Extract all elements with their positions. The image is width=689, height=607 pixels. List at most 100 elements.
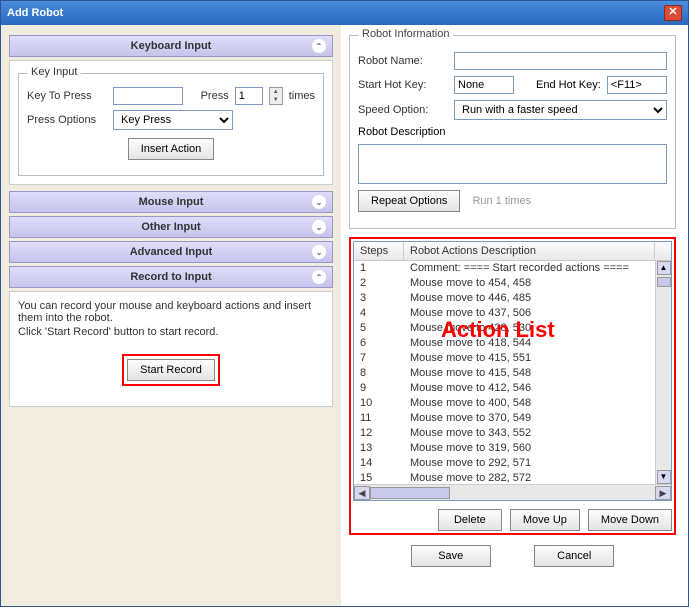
cell-description: Mouse move to 319, 560 [404, 441, 655, 456]
repeat-status-text: Run 1 times [472, 195, 531, 207]
delete-button[interactable]: Delete [438, 509, 502, 531]
cell-description: Mouse move to 343, 552 [404, 426, 655, 441]
table-row[interactable]: 2Mouse move to 454, 458 [354, 276, 655, 291]
horizontal-scrollbar[interactable]: ◀ ▶ [354, 484, 671, 500]
cell-step: 1 [354, 261, 404, 276]
robot-info-fieldset: Robot Information Robot Name: Start Hot … [349, 35, 676, 229]
cell-step: 12 [354, 426, 404, 441]
scroll-left-icon[interactable]: ◀ [354, 486, 370, 500]
press-options-select[interactable]: Key Press [113, 110, 233, 130]
table-row[interactable]: 10Mouse move to 400, 548 [354, 396, 655, 411]
col-header-steps[interactable]: Steps [354, 242, 404, 260]
cell-description: Mouse move to 415, 551 [404, 351, 655, 366]
table-row[interactable]: 6Mouse move to 418, 544 [354, 336, 655, 351]
accordion-keyboard-input[interactable]: Keyboard Input ⌃ [9, 35, 333, 57]
move-down-button[interactable]: Move Down [588, 509, 672, 531]
save-button[interactable]: Save [411, 545, 491, 567]
speed-option-label: Speed Option: [358, 104, 448, 116]
key-input-legend: Key Input [27, 66, 81, 78]
table-row[interactable]: 12Mouse move to 343, 552 [354, 426, 655, 441]
speed-option-select[interactable]: Run with a faster speed [454, 100, 667, 120]
chevron-up-icon: ⌃ [312, 39, 326, 53]
cell-description: Mouse move to 446, 485 [404, 291, 655, 306]
scroll-down-icon[interactable]: ▼ [657, 470, 671, 484]
cell-description: Mouse move to 400, 548 [404, 396, 655, 411]
repeat-options-button[interactable]: Repeat Options [358, 190, 460, 212]
chevron-down-icon: ⌄ [312, 220, 326, 234]
cell-description: Comment: ==== Start recorded actions ===… [404, 261, 655, 276]
cell-description: Mouse move to 292, 571 [404, 456, 655, 471]
cell-description: Mouse move to 418, 544 [404, 336, 655, 351]
robot-info-legend: Robot Information [358, 28, 453, 40]
col-header-description[interactable]: Robot Actions Description [404, 242, 655, 260]
cell-step: 9 [354, 381, 404, 396]
table-row[interactable]: 5Mouse move to 428, 530 [354, 321, 655, 336]
cell-description: Mouse move to 428, 530 [404, 321, 655, 336]
cell-step: 5 [354, 321, 404, 336]
window-title: Add Robot [7, 7, 63, 19]
scroll-thumb[interactable] [657, 277, 671, 287]
robot-description-textarea[interactable] [358, 144, 667, 184]
cell-description: Mouse move to 415, 548 [404, 366, 655, 381]
table-row[interactable]: 9Mouse move to 412, 546 [354, 381, 655, 396]
cell-description: Mouse move to 412, 546 [404, 381, 655, 396]
cell-step: 2 [354, 276, 404, 291]
vertical-scrollbar[interactable]: ▲ ▼ [655, 261, 671, 484]
cell-description: Mouse move to 437, 506 [404, 306, 655, 321]
cell-step: 3 [354, 291, 404, 306]
cell-step: 11 [354, 411, 404, 426]
chevron-down-icon: ⌄ [312, 195, 326, 209]
close-icon[interactable]: ✕ [664, 5, 682, 21]
table-row[interactable]: 8Mouse move to 415, 548 [354, 366, 655, 381]
table-row[interactable]: 4Mouse move to 437, 506 [354, 306, 655, 321]
cell-description: Mouse move to 370, 549 [404, 411, 655, 426]
start-record-button[interactable]: Start Record [127, 359, 215, 381]
right-panel: Robot Information Robot Name: Start Hot … [341, 25, 688, 606]
scroll-right-icon[interactable]: ▶ [655, 486, 671, 500]
start-record-highlight: Start Record [122, 354, 220, 386]
cell-description: Mouse move to 454, 458 [404, 276, 655, 291]
start-hotkey-label: Start Hot Key: [358, 79, 448, 91]
accordion-other-input[interactable]: Other Input ⌄ [9, 216, 333, 238]
cell-step: 4 [354, 306, 404, 321]
titlebar[interactable]: Add Robot ✕ [1, 1, 688, 25]
robot-description-label: Robot Description [358, 126, 445, 138]
keyboard-panel-body: Key Input Key To Press Press ▲▼ times Pr… [9, 60, 333, 185]
insert-action-button[interactable]: Insert Action [128, 138, 215, 160]
cancel-button[interactable]: Cancel [534, 545, 614, 567]
table-row[interactable]: 15Mouse move to 282, 572 [354, 471, 655, 484]
press-label: Press [201, 90, 229, 102]
list-rows[interactable]: 1Comment: ==== Start recorded actions ==… [354, 261, 655, 484]
hscroll-thumb[interactable] [370, 487, 450, 499]
end-hotkey-input[interactable] [607, 76, 667, 94]
table-row[interactable]: 13Mouse move to 319, 560 [354, 441, 655, 456]
robot-name-label: Robot Name: [358, 55, 448, 67]
key-to-press-input[interactable] [113, 87, 183, 105]
table-row[interactable]: 3Mouse move to 446, 485 [354, 291, 655, 306]
table-row[interactable]: 11Mouse move to 370, 549 [354, 411, 655, 426]
press-count-stepper[interactable]: ▲▼ [269, 87, 283, 105]
cell-step: 13 [354, 441, 404, 456]
list-header: Steps Robot Actions Description [354, 242, 671, 261]
record-help-text-2: Click 'Start Record' button to start rec… [18, 326, 324, 338]
end-hotkey-label: End Hot Key: [536, 79, 601, 91]
start-hotkey-input[interactable] [454, 76, 514, 94]
press-count-input[interactable] [235, 87, 263, 105]
accordion-mouse-input[interactable]: Mouse Input ⌄ [9, 191, 333, 213]
robot-name-input[interactable] [454, 52, 667, 70]
cell-step: 15 [354, 471, 404, 484]
table-row[interactable]: 14Mouse move to 292, 571 [354, 456, 655, 471]
record-panel: You can record your mouse and keyboard a… [9, 291, 333, 407]
cell-step: 7 [354, 351, 404, 366]
table-row[interactable]: 1Comment: ==== Start recorded actions ==… [354, 261, 655, 276]
move-up-button[interactable]: Move Up [510, 509, 580, 531]
cell-step: 8 [354, 366, 404, 381]
table-row[interactable]: 7Mouse move to 415, 551 [354, 351, 655, 366]
cell-description: Mouse move to 282, 572 [404, 471, 655, 484]
accordion-advanced-input[interactable]: Advanced Input ⌄ [9, 241, 333, 263]
add-robot-window: Add Robot ✕ Keyboard Input ⌃ Key Input K… [0, 0, 689, 607]
scroll-up-icon[interactable]: ▲ [657, 261, 671, 275]
times-label: times [289, 90, 315, 102]
accordion-record-to-input[interactable]: Record to Input ⌃ [9, 266, 333, 288]
chevron-up-icon: ⌃ [312, 270, 326, 284]
